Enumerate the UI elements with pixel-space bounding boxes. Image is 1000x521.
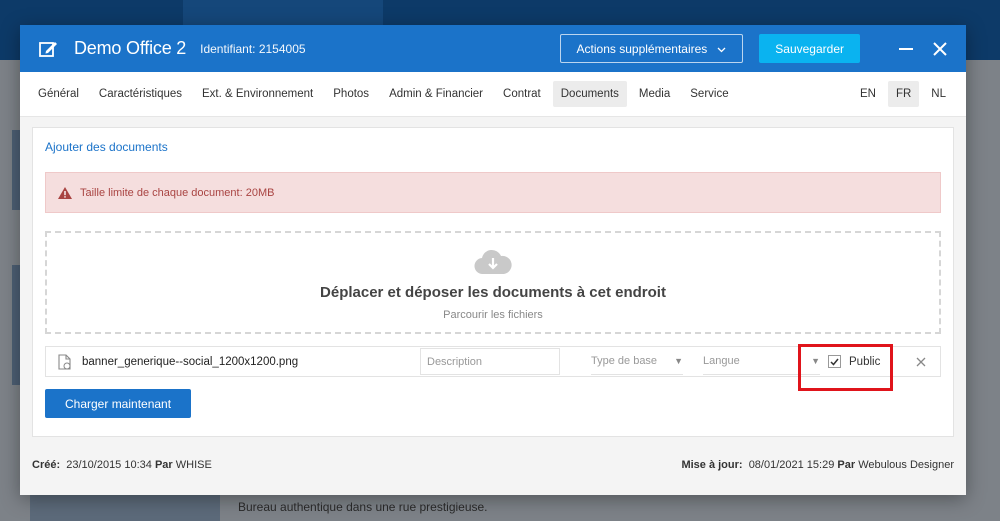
language-placeholder: Langue (703, 355, 740, 367)
public-label: Public (849, 355, 881, 368)
updated-by-label: Par (837, 459, 856, 471)
caret-down-icon: ▼ (674, 356, 683, 366)
updated-value: 08/01/2021 15:29 (748, 459, 835, 471)
caret-down-icon: ▼ (811, 356, 820, 366)
documents-panel: Ajouter des documents Taille limite de c… (32, 127, 954, 437)
modal-footer: Créé: 23/10/2015 10:34 Par WHISE Mise à … (32, 459, 954, 471)
tab-exterior-environment[interactable]: Ext. & Environnement (194, 81, 321, 107)
actions-label: Actions supplémentaires (576, 41, 708, 56)
background-description: Bureau authentique dans une rue prestigi… (238, 500, 488, 514)
file-row: banner_generique--social_1200x1200.png T… (45, 346, 941, 377)
language-select[interactable]: Langue ▼ (703, 348, 820, 375)
description-input[interactable] (420, 348, 560, 375)
chevron-down-icon (717, 42, 726, 56)
tab-characteristics[interactable]: Caractéristiques (91, 81, 190, 107)
edit-property-modal: Demo Office 2 Identifiant: 2154005 Actio… (20, 25, 966, 495)
actions-dropdown-button[interactable]: Actions supplémentaires (559, 34, 744, 63)
alert-text: Taille limite de chaque document: 20MB (80, 186, 275, 199)
remove-file-icon[interactable] (916, 357, 926, 367)
upload-now-button[interactable]: Charger maintenant (45, 389, 192, 418)
cloud-upload-icon (474, 249, 512, 278)
updated-info: Mise à jour: 08/01/2021 15:29 Par Webulo… (681, 459, 954, 471)
tab-general[interactable]: Général (30, 81, 87, 107)
modal-title: Demo Office 2 (74, 38, 187, 58)
tab-documents[interactable]: Documents (552, 81, 627, 107)
public-checkbox-label[interactable]: Public (828, 355, 880, 368)
close-icon[interactable] (932, 41, 948, 57)
tab-admin-financial[interactable]: Admin & Financier (381, 81, 491, 107)
section-title: Ajouter des documents (45, 140, 168, 154)
updated-label: Mise à jour: (681, 459, 743, 471)
created-by: WHISE (175, 459, 212, 471)
created-by-label: Par (154, 459, 173, 471)
modal-identifier: Identifiant: 2154005 (200, 41, 306, 56)
created-value: 23/10/2015 10:34 (66, 459, 152, 471)
save-button[interactable]: Sauvegarder (759, 34, 860, 63)
tab-photos[interactable]: Photos (325, 81, 377, 107)
lang-en[interactable]: EN (852, 81, 884, 107)
document-type-select[interactable]: Type de base ▼ (591, 348, 683, 375)
tab-media[interactable]: Media (631, 81, 678, 107)
tab-service[interactable]: Service (682, 81, 736, 107)
created-info: Créé: 23/10/2015 10:34 Par WHISE (32, 459, 212, 471)
language-switcher: EN FR NL (852, 81, 954, 107)
file-icon (50, 353, 80, 370)
updated-by: Webulous Designer (858, 459, 954, 471)
tab-contract[interactable]: Contrat (495, 81, 549, 107)
modal-header: Demo Office 2 Identifiant: 2154005 Actio… (20, 25, 966, 72)
warning-icon (58, 186, 72, 199)
size-limit-alert: Taille limite de chaque document: 20MB (45, 172, 941, 213)
edit-icon (38, 39, 58, 59)
lang-fr[interactable]: FR (887, 81, 920, 107)
background-thumbnail (12, 130, 20, 210)
lang-nl[interactable]: NL (923, 81, 954, 107)
modal-body: Ajouter des documents Taille limite de c… (20, 117, 966, 495)
tab-bar: Général Caractéristiques Ext. & Environn… (20, 72, 966, 117)
public-checkbox[interactable] (828, 355, 841, 368)
background-thumbnail (12, 265, 20, 385)
dropzone-title: Déplacer et déposer les documents à cet … (320, 284, 666, 301)
minimize-icon[interactable] (898, 41, 914, 57)
document-type-placeholder: Type de base (591, 355, 658, 367)
file-name: banner_generique--social_1200x1200.png (82, 355, 299, 368)
browse-files-link[interactable]: Parcourir les fichiers (443, 309, 543, 321)
file-dropzone[interactable]: Déplacer et déposer les documents à cet … (45, 231, 941, 334)
created-label: Créé: (32, 459, 61, 471)
